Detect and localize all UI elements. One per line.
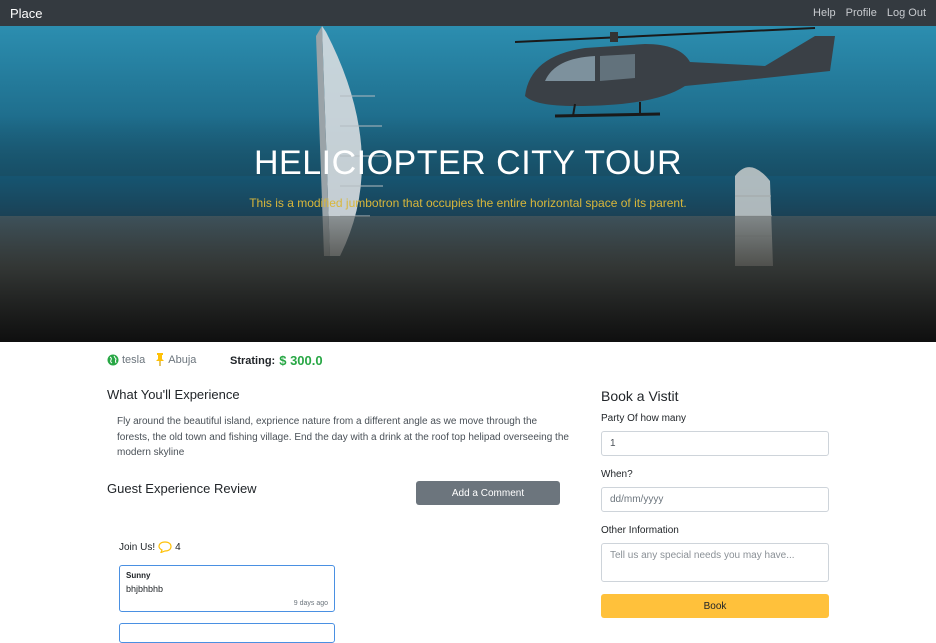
hero-city-skyline — [0, 216, 936, 342]
comment-author: Sunny — [126, 571, 151, 580]
join-us-label: Join Us! — [119, 541, 156, 553]
comment-card — [119, 623, 335, 643]
helicopter-illustration — [515, 27, 835, 118]
other-info-textarea[interactable]: Tell us any special needs you may have..… — [601, 543, 829, 582]
party-size-input[interactable]: 1 — [601, 431, 829, 456]
experience-heading: What You'll Experience — [107, 387, 240, 402]
review-heading: Guest Experience Review — [107, 481, 257, 496]
hero-subtitle: This is a modified jumbotron that occupi… — [249, 196, 687, 210]
host-name: tesla — [122, 353, 146, 366]
navbar: Place Help Profile Log Out — [0, 0, 936, 26]
location-item: Abuja — [155, 353, 196, 366]
comment-count: 4 — [175, 541, 181, 553]
comment-bubble-icon — [158, 541, 172, 553]
nav-profile-link[interactable]: Profile — [846, 7, 877, 19]
booking-heading: Book a Vistit — [601, 388, 679, 404]
date-label: When? — [601, 469, 633, 480]
nav-logout-link[interactable]: Log Out — [887, 7, 926, 19]
location-name: Abuja — [168, 353, 197, 366]
pushpin-icon — [156, 353, 165, 366]
hero-jumbotron: HELICIOPTER CITY TOUR This is a modified… — [0, 26, 936, 342]
add-comment-button[interactable]: Add a Comment — [416, 481, 560, 505]
price-label: Strating: — [230, 354, 276, 367]
globe-icon — [107, 354, 119, 365]
comment-text: bhjbhbhb — [126, 584, 164, 594]
comment-time: 9 days ago — [293, 600, 328, 607]
host-item: tesla — [107, 354, 145, 366]
listing-meta: tesla Abuja — [107, 353, 206, 366]
hero-title: HELICIOPTER CITY TOUR — [253, 144, 683, 182]
join-us-row: Join Us! 4 — [119, 541, 181, 553]
brand-link[interactable]: Place — [10, 6, 43, 21]
party-size-label: Party Of how many — [601, 413, 687, 424]
experience-description: Fly around the beautiful island, exprien… — [117, 416, 569, 458]
price-info: Strating: $ 300.0 — [230, 353, 323, 368]
price-value: $ 300.0 — [279, 353, 323, 368]
book-button[interactable]: Book — [601, 594, 829, 618]
nav-links: Help Profile Log Out — [813, 7, 926, 19]
nav-help-link[interactable]: Help — [813, 7, 836, 19]
date-input[interactable]: dd/mm/yyyy — [601, 487, 829, 512]
other-info-label: Other Information — [601, 525, 679, 536]
comment-card: Sunny bhjbhbhb 9 days ago — [119, 565, 335, 612]
